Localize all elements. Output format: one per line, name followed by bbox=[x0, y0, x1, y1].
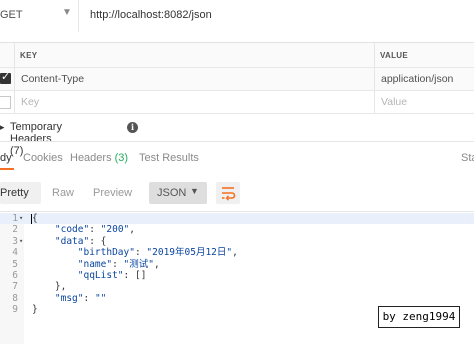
fold-toggle-icon[interactable]: ▾ bbox=[19, 236, 23, 247]
tab-body[interactable]: dy bbox=[0, 152, 12, 164]
code-text: } bbox=[32, 304, 38, 316]
active-line-highlight bbox=[0, 213, 474, 224]
column-divider bbox=[14, 91, 15, 113]
line-number: 1 bbox=[12, 213, 18, 224]
raw-button[interactable]: Raw bbox=[44, 182, 82, 204]
url-text: http://localhost:8082/json bbox=[90, 9, 212, 21]
value-input-placeholder[interactable]: Value bbox=[381, 96, 407, 108]
code-text: { bbox=[32, 213, 38, 224]
tab-headers[interactable]: Headers (3) bbox=[70, 152, 128, 164]
text-cursor bbox=[31, 214, 32, 224]
code-text: "code": "200", bbox=[54, 224, 136, 236]
code-text: "name": "测试", bbox=[77, 258, 160, 270]
wrap-lines-icon bbox=[222, 187, 236, 201]
column-divider bbox=[14, 68, 15, 90]
headers-table: KEY VALUE ✓ Content-Type application/jso… bbox=[0, 42, 474, 118]
line-number: 3 bbox=[12, 235, 18, 247]
line-number: 9 bbox=[12, 304, 18, 316]
column-header-value: VALUE bbox=[380, 51, 409, 60]
column-divider bbox=[374, 91, 375, 113]
code-text: "birthDay": "2019年05月12日", bbox=[77, 247, 238, 259]
line-number: 7 bbox=[12, 281, 18, 293]
code-text: "msg": "" bbox=[54, 292, 107, 304]
column-header-key: KEY bbox=[20, 51, 38, 60]
table-row-new: Key Value bbox=[0, 91, 474, 114]
header-value-cell[interactable]: application/json bbox=[381, 73, 453, 85]
header-key-cell[interactable]: Content-Type bbox=[21, 73, 84, 85]
header-enabled-checkbox[interactable] bbox=[0, 96, 11, 109]
watermark-text: by zeng1994 bbox=[382, 310, 456, 323]
chevron-down-icon: ▼ bbox=[62, 7, 72, 18]
code-text: "qqList": [] bbox=[77, 270, 147, 281]
info-icon[interactable]: i bbox=[127, 122, 138, 133]
table-row: ✓ Content-Type application/json bbox=[0, 68, 474, 91]
section-divider bbox=[0, 211, 474, 212]
line-number: 4 bbox=[12, 247, 18, 259]
body-toolbar: Pretty Raw Preview JSON ▼ bbox=[0, 180, 474, 208]
caret-right-icon: ▸ bbox=[0, 122, 5, 132]
url-input[interactable]: http://localhost:8082/json bbox=[80, 0, 474, 32]
status-label: Sta bbox=[461, 152, 474, 164]
header-enabled-checkbox[interactable]: ✓ bbox=[0, 71, 11, 84]
tab-test-results[interactable]: Test Results bbox=[139, 152, 199, 164]
table-header-row: KEY VALUE bbox=[0, 43, 474, 68]
watermark: by zeng1994 bbox=[378, 306, 460, 328]
code-text: }, bbox=[32, 281, 67, 293]
key-input-placeholder[interactable]: Key bbox=[21, 96, 39, 108]
column-divider bbox=[374, 43, 375, 67]
line-number: 8 bbox=[12, 292, 18, 304]
pretty-button[interactable]: Pretty bbox=[0, 182, 41, 204]
chevron-down-icon: ▼ bbox=[190, 186, 199, 196]
code-text: "data": { bbox=[54, 235, 107, 247]
column-divider bbox=[14, 43, 15, 67]
method-dropdown[interactable]: GET ▼ bbox=[0, 0, 79, 32]
format-select-value: JSON bbox=[157, 187, 187, 199]
headers-count-badge: (3) bbox=[114, 152, 129, 164]
tab-headers-label: Headers bbox=[70, 152, 112, 164]
column-divider bbox=[374, 68, 375, 90]
active-tab-indicator bbox=[0, 168, 14, 170]
checkmark-icon: ✓ bbox=[1, 71, 11, 83]
line-number: 5 bbox=[12, 258, 18, 270]
tab-cookies[interactable]: Cookies bbox=[23, 152, 63, 164]
fold-toggle-icon[interactable]: ▾ bbox=[19, 213, 23, 224]
method-label: GET bbox=[0, 9, 23, 21]
line-number: 2 bbox=[12, 224, 18, 236]
line-number: 6 bbox=[12, 270, 18, 281]
section-divider bbox=[0, 141, 474, 142]
response-tabs: dy Cookies Headers (3) Test Results Sta bbox=[0, 146, 474, 172]
wrap-lines-button[interactable] bbox=[216, 182, 240, 204]
preview-button[interactable]: Preview bbox=[85, 182, 140, 204]
format-select[interactable]: JSON ▼ bbox=[149, 182, 207, 204]
request-bar: GET ▼ http://localhost:8082/json bbox=[0, 0, 474, 32]
